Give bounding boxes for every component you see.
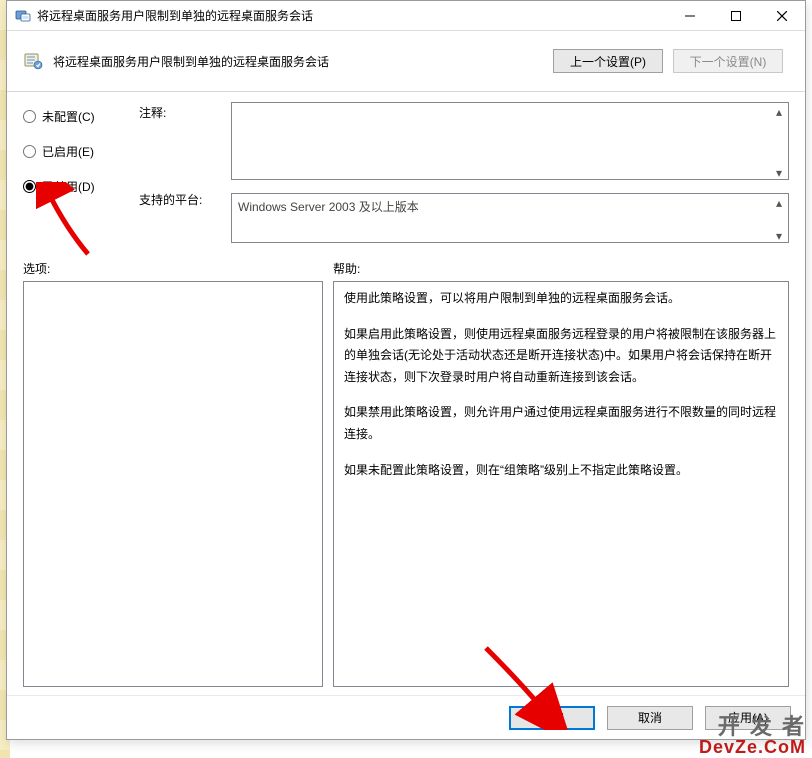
help-paragraph: 如果未配置此策略设置，则在“组策略”级别上不指定此策略设置。 — [344, 460, 778, 482]
radio-group: 未配置(C) 已启用(E) 已禁用(D) — [23, 102, 127, 246]
scroll-up-icon: ▴ — [771, 195, 787, 211]
comment-field[interactable] — [231, 102, 789, 180]
supported-field — [231, 193, 789, 243]
scroll-up-icon[interactable]: ▴ — [771, 104, 787, 120]
radio-not-configured[interactable]: 未配置(C) — [23, 108, 127, 125]
field-labels-column: 注释: 支持的平台: — [139, 102, 219, 246]
comment-label: 注释: — [139, 104, 219, 121]
app-icon — [15, 8, 31, 24]
policy-title: 将远程桌面服务用户限制到单独的远程桌面服务会话 — [53, 53, 553, 70]
radio-not-configured-label: 未配置(C) — [42, 108, 95, 125]
policy-icon — [23, 51, 43, 71]
dialog-header: 将远程桌面服务用户限制到单独的远程桌面服务会话 上一个设置(P) 下一个设置(N… — [7, 31, 805, 91]
help-paragraph: 如果禁用此策略设置，则允许用户通过使用远程桌面服务进行不限数量的同时远程连接。 — [344, 402, 778, 445]
prev-setting-button[interactable]: 上一个设置(P) — [553, 49, 663, 73]
minimize-button[interactable] — [667, 1, 713, 30]
fields-column: ▴ ▾ ▴ ▾ — [231, 102, 789, 246]
radio-disabled-label: 已禁用(D) — [42, 178, 95, 195]
options-label: 选项: — [23, 260, 333, 277]
watermark-line2: DevZe.CoM — [699, 738, 806, 756]
help-panel: 使用此策略设置，可以将用户限制到单独的远程桌面服务会话。 如果启用此策略设置，则… — [333, 281, 789, 687]
scroll-down-icon[interactable]: ▾ — [771, 165, 787, 181]
mid-labels-row: 选项: 帮助: — [7, 254, 805, 281]
main-panels: 使用此策略设置，可以将用户限制到单独的远程桌面服务会话。 如果启用此策略设置，则… — [7, 281, 805, 695]
titlebar: 将远程桌面服务用户限制到单独的远程桌面服务会话 — [7, 1, 805, 31]
maximize-button[interactable] — [713, 1, 759, 30]
scroll-down-icon: ▾ — [771, 228, 787, 244]
options-panel — [23, 281, 323, 687]
dialog-window: 将远程桌面服务用户限制到单独的远程桌面服务会话 将远程桌面 — [6, 0, 806, 740]
radio-enabled-input[interactable] — [23, 145, 36, 158]
nav-buttons-group: 上一个设置(P) 下一个设置(N) — [553, 49, 783, 73]
radio-not-configured-input[interactable] — [23, 110, 36, 123]
radio-disabled[interactable]: 已禁用(D) — [23, 178, 127, 195]
radio-enabled[interactable]: 已启用(E) — [23, 143, 127, 160]
settings-region: 未配置(C) 已启用(E) 已禁用(D) 注释: 支持的平台: ▴ ▾ — [7, 92, 805, 254]
window-title: 将远程桌面服务用户限制到单独的远程桌面服务会话 — [37, 7, 667, 24]
window-controls — [667, 1, 805, 30]
cancel-button[interactable]: 取消 — [607, 706, 693, 730]
help-paragraph: 使用此策略设置，可以将用户限制到单独的远程桌面服务会话。 — [344, 288, 778, 310]
radio-enabled-label: 已启用(E) — [42, 143, 94, 160]
comment-field-wrap: ▴ ▾ — [231, 102, 789, 183]
apply-button[interactable]: 应用(A) — [705, 706, 791, 730]
comment-scrollbar[interactable]: ▴ ▾ — [771, 104, 787, 181]
close-button[interactable] — [759, 1, 805, 30]
supported-label: 支持的平台: — [139, 191, 219, 208]
ok-button[interactable]: 确定 — [509, 706, 595, 730]
radio-disabled-input[interactable] — [23, 180, 36, 193]
supported-field-wrap: ▴ ▾ — [231, 193, 789, 246]
next-setting-button: 下一个设置(N) — [673, 49, 783, 73]
help-paragraph: 如果启用此策略设置，则使用远程桌面服务远程登录的用户将被限制在该服务器上的单独会… — [344, 324, 778, 389]
help-label: 帮助: — [333, 260, 360, 277]
supported-scrollbar: ▴ ▾ — [771, 195, 787, 244]
dialog-footer: 确定 取消 应用(A) — [7, 695, 805, 739]
